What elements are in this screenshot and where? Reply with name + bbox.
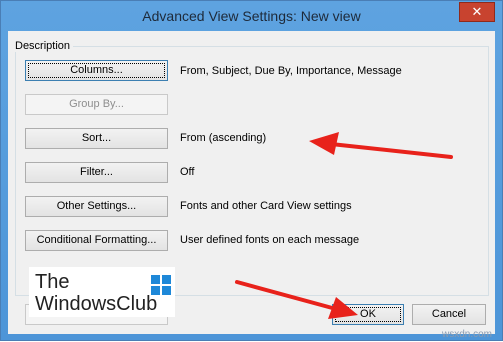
dialog-window: Advanced View Settings: New view ✕ Descr… [0,0,503,341]
watermark-text: wsxdn.com [442,329,493,340]
annotation-arrows [235,132,453,319]
arrow-to-ok-icon [235,280,358,319]
arrow-to-sort-icon [309,132,453,159]
